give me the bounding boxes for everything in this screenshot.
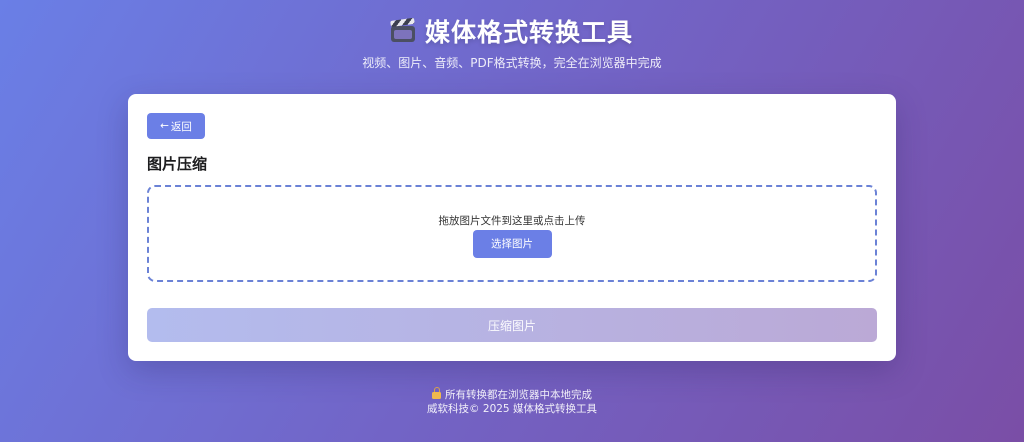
back-button[interactable]: ← 返回 bbox=[147, 113, 205, 139]
lock-icon bbox=[432, 387, 441, 399]
app-subtitle: 视频、图片、音频、PDF格式转换，完全在浏览器中完成 bbox=[362, 56, 662, 70]
privacy-note-row: 所有转换都在浏览器中本地完成 bbox=[0, 387, 1024, 402]
image-dropzone[interactable]: 拖放图片文件到这里或点击上传 选择图片 bbox=[147, 185, 877, 282]
arrow-left-icon: ← bbox=[160, 120, 169, 132]
title-row: 媒体格式转换工具 bbox=[0, 12, 1024, 50]
clapper-board-icon bbox=[390, 17, 415, 42]
page-header: 媒体格式转换工具 视频、图片、音频、PDF格式转换，完全在浏览器中完成 bbox=[0, 12, 1024, 71]
app-title: 媒体格式转换工具 bbox=[424, 18, 633, 47]
dropzone-prompt: 拖放图片文件到这里或点击上传 bbox=[438, 215, 586, 227]
copyright-text: 威软科技© 2025 媒体格式转换工具 bbox=[427, 403, 597, 415]
tool-card: ← 返回 图片压缩 拖放图片文件到这里或点击上传 选择图片 压缩图片 bbox=[128, 94, 896, 361]
compress-image-button[interactable]: 压缩图片 bbox=[147, 308, 877, 342]
page-footer: 所有转换都在浏览器中本地完成 威软科技© 2025 媒体格式转换工具 bbox=[0, 387, 1024, 416]
select-image-button[interactable]: 选择图片 bbox=[472, 230, 552, 258]
back-button-label: 返回 bbox=[170, 120, 192, 133]
privacy-note: 所有转换都在浏览器中本地完成 bbox=[445, 389, 592, 401]
section-title: 图片压缩 bbox=[147, 155, 208, 173]
